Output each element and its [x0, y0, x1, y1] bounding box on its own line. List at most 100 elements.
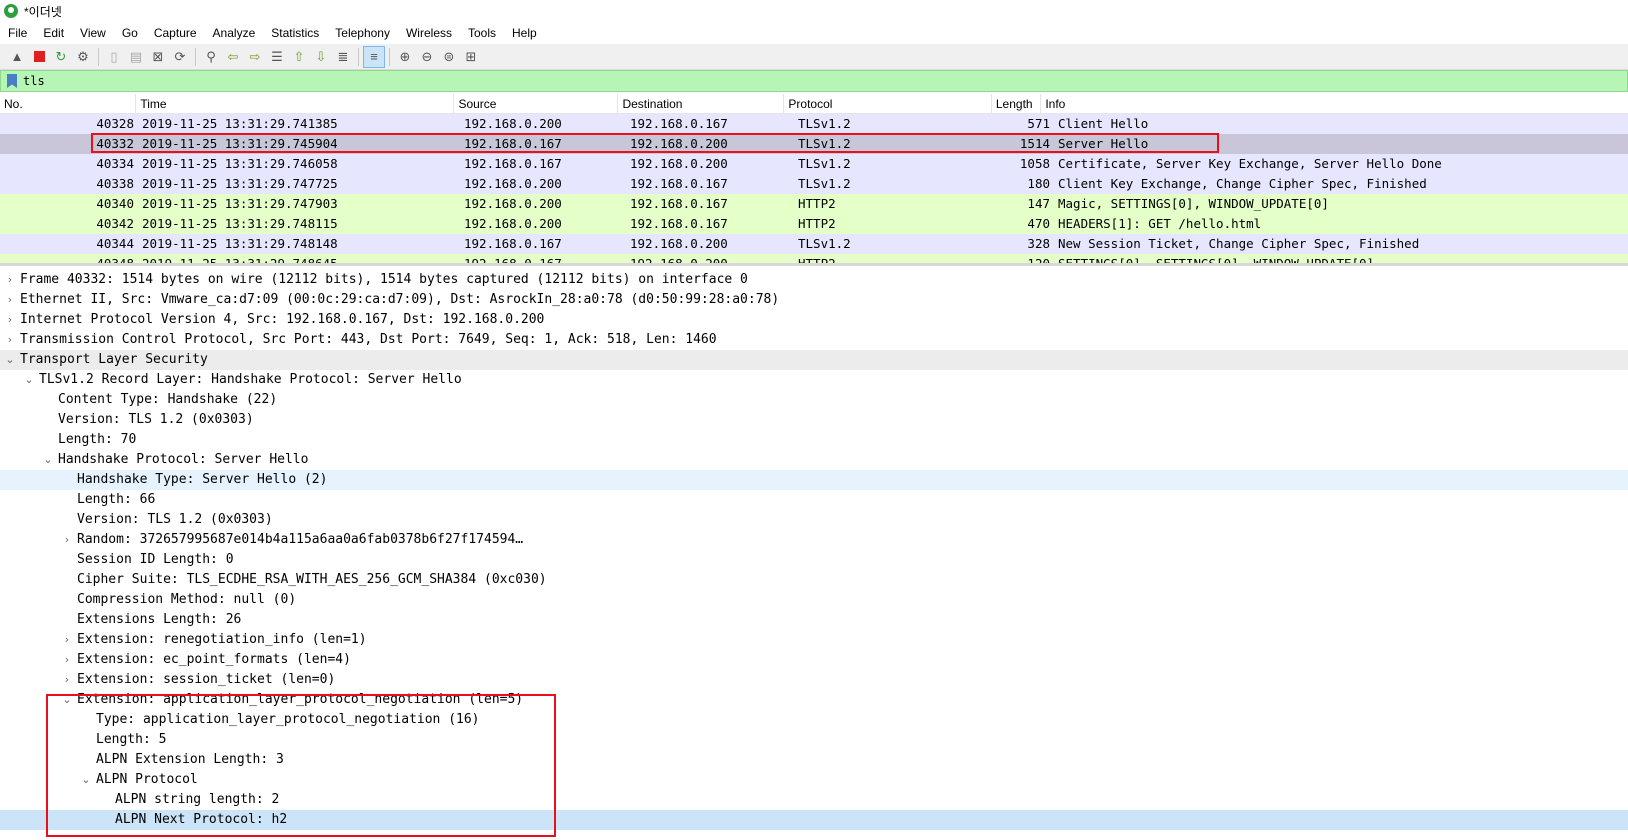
close-file-icon[interactable]: ⊠	[147, 46, 169, 68]
detail-tree-row[interactable]: ⌄ Handshake Protocol: Server Hello	[0, 450, 1628, 470]
packet-row[interactable]: 40338 2019-11-25 13:31:29.747725 192.168.0…	[0, 174, 1628, 194]
last-packet-icon[interactable]: ⇩	[310, 46, 332, 68]
chevron-right-icon[interactable]: ›	[0, 290, 20, 310]
detail-tree-row[interactable]: Length: 70	[0, 430, 1628, 450]
menu-help[interactable]: Help	[504, 23, 545, 43]
detail-tree-row[interactable]: ⌄ ALPN Protocol	[0, 770, 1628, 790]
packet-row[interactable]: 40342 2019-11-25 13:31:29.748115 192.168.0…	[0, 214, 1628, 234]
detail-tree-row[interactable]: › Frame 40332: 1514 bytes on wire (12112 …	[0, 270, 1628, 290]
detail-tree-row[interactable]: ALPN Extension Length: 3	[0, 750, 1628, 770]
detail-tree-row[interactable]: ALPN Next Protocol: h2	[0, 810, 1628, 830]
restart-icon[interactable]: ↻	[50, 46, 72, 68]
packet-row[interactable]: 40340 2019-11-25 13:31:29.747903 192.168.0…	[0, 194, 1628, 214]
stop-icon[interactable]	[28, 46, 50, 68]
autoscroll-icon[interactable]: ≣	[332, 46, 354, 68]
menu-tools[interactable]: Tools	[460, 23, 504, 43]
detail-tree-row[interactable]: › Extension: ec_point_formats (len=4)	[0, 650, 1628, 670]
reload-icon[interactable]: ⟳	[169, 46, 191, 68]
detail-tree-row[interactable]: › Random: 372657995687e014b4a115a6aa0a6fa…	[0, 530, 1628, 550]
detail-tree-row[interactable]: Version: TLS 1.2 (0x0303)	[0, 410, 1628, 430]
detail-tree-row[interactable]: ⌄ Transport Layer Security	[0, 350, 1628, 370]
chevron-right-icon[interactable]: ›	[57, 630, 77, 650]
chevron-right-icon[interactable]: ›	[57, 670, 77, 690]
menu-edit[interactable]: Edit	[35, 23, 72, 43]
detail-tree-label: Content Type: Handshake (22)	[58, 392, 278, 407]
column-header-destination[interactable]: Destination	[618, 94, 785, 113]
display-filter-input[interactable]	[23, 74, 1583, 88]
colorize-icon[interactable]: ≡	[363, 45, 385, 68]
packet-cell-no: 40338	[96, 176, 134, 191]
packet-cell-length: 1514	[1019, 136, 1050, 151]
chevron-right-icon[interactable]: ›	[0, 310, 20, 330]
chevron-right-icon[interactable]: ›	[0, 330, 20, 350]
find-icon[interactable]: ⚲	[200, 46, 222, 68]
packet-cell-destination: 192.168.0.167	[630, 196, 728, 211]
zoom-in-icon[interactable]: ⊕	[394, 46, 416, 68]
menu-go[interactable]: Go	[114, 23, 146, 43]
menu-statistics[interactable]: Statistics	[263, 23, 327, 43]
chevron-down-icon[interactable]: ⌄	[38, 450, 58, 470]
detail-tree-row[interactable]: Compression Method: null (0)	[0, 590, 1628, 610]
display-filter-bar	[0, 70, 1628, 92]
menu-capture[interactable]: Capture	[146, 23, 205, 43]
column-header-protocol[interactable]: Protocol	[784, 94, 992, 113]
packet-cell-time: 2019-11-25 13:31:29.747725	[142, 176, 338, 191]
detail-tree-row[interactable]: › Extension: renegotiation_info (len=1)	[0, 630, 1628, 650]
go-to-packet-icon[interactable]: ☰	[266, 46, 288, 68]
detail-tree-row[interactable]: ALPN string length: 2	[0, 790, 1628, 810]
detail-tree-row[interactable]: › Extension: session_ticket (len=0)	[0, 670, 1628, 690]
detail-tree-row[interactable]: ⌄ TLSv1.2 Record Layer: Handshake Protoco…	[0, 370, 1628, 390]
menu-telephony[interactable]: Telephony	[327, 23, 398, 43]
detail-tree-row[interactable]: Session ID Length: 0	[0, 550, 1628, 570]
detail-tree-row[interactable]: Version: TLS 1.2 (0x0303)	[0, 510, 1628, 530]
open-file-icon[interactable]: ▯	[103, 46, 125, 68]
packet-cell-no: 40342	[96, 216, 134, 231]
packet-row[interactable]: 40348 2019-11-25 13:31:29.748645 192.168.0…	[0, 254, 1628, 263]
chevron-down-icon[interactable]: ⌄	[76, 770, 96, 790]
detail-tree-row[interactable]: Length: 5	[0, 730, 1628, 750]
chevron-down-icon[interactable]: ⌄	[19, 370, 39, 390]
packet-row[interactable]: 40334 2019-11-25 13:31:29.746058 192.168.0…	[0, 154, 1628, 174]
chevron-right-icon[interactable]: ›	[57, 530, 77, 550]
menu-analyze[interactable]: Analyze	[205, 23, 264, 43]
detail-tree-row[interactable]: › Internet Protocol Version 4, Src: 192.1…	[0, 310, 1628, 330]
forward-arrow-icon[interactable]: ⇨	[244, 46, 266, 68]
column-header-no[interactable]: No.	[0, 94, 137, 113]
options-gear-icon[interactable]: ⚙	[72, 46, 94, 68]
save-file-icon[interactable]: ▤	[125, 46, 147, 68]
menu-wireless[interactable]: Wireless	[398, 23, 460, 43]
detail-tree-row[interactable]: Type: application_layer_protocol_negotia…	[0, 710, 1628, 730]
detail-tree-row[interactable]: Length: 66	[0, 490, 1628, 510]
back-arrow-icon[interactable]: ⇦	[222, 46, 244, 68]
detail-tree-row[interactable]: Handshake Type: Server Hello (2)	[0, 470, 1628, 490]
chevron-down-icon[interactable]: ⌄	[0, 350, 20, 370]
packet-row[interactable]: 40328 2019-11-25 13:31:29.741385 192.168.0…	[0, 114, 1628, 134]
shark-fin-icon[interactable]: ▲	[6, 46, 28, 68]
bookmark-icon[interactable]	[7, 74, 17, 88]
detail-tree-row[interactable]: Content Type: Handshake (22)	[0, 390, 1628, 410]
normal-size-icon[interactable]: ⊜	[438, 46, 460, 68]
column-header-info[interactable]: Info	[1041, 94, 1628, 113]
column-header-length[interactable]: Length	[992, 94, 1042, 113]
packet-cell-source: 192.168.0.200	[464, 196, 562, 211]
main-toolbar: ▲ ↻ ⚙ ▯ ▤ ⊠ ⟳ ⚲ ⇦ ⇨ ☰ ⇧ ⇩ ≣ ≡ ⊕ ⊖ ⊜ ⊞	[0, 44, 1628, 70]
column-header-time[interactable]: Time	[136, 94, 455, 113]
first-packet-icon[interactable]: ⇧	[288, 46, 310, 68]
chevron-right-icon[interactable]: ›	[57, 650, 77, 670]
detail-tree-row[interactable]: Extensions Length: 26	[0, 610, 1628, 630]
detail-tree-row[interactable]: › Ethernet II, Src: Vmware_ca:d7:09 (00:0…	[0, 290, 1628, 310]
resize-columns-icon[interactable]: ⊞	[460, 46, 482, 68]
packet-row[interactable]: 40344 2019-11-25 13:31:29.748148 192.168.0…	[0, 234, 1628, 254]
packet-row[interactable]: 40332 2019-11-25 13:31:29.745904 192.168.0…	[0, 134, 1628, 154]
column-header-source[interactable]: Source	[454, 94, 619, 113]
detail-tree-row[interactable]: Cipher Suite: TLS_ECDHE_RSA_WITH_AES_256…	[0, 570, 1628, 590]
zoom-out-icon[interactable]: ⊖	[416, 46, 438, 68]
menu-view[interactable]: View	[72, 23, 114, 43]
detail-tree-row[interactable]: › Transmission Control Protocol, Src Port…	[0, 330, 1628, 350]
chevron-down-icon[interactable]: ⌄	[57, 690, 77, 710]
packet-details-tree: › Frame 40332: 1514 bytes on wire (12112 …	[0, 270, 1628, 840]
chevron-right-icon[interactable]: ›	[0, 270, 20, 290]
detail-tree-row[interactable]: ⌄ Extension: application_layer_protocol_n…	[0, 690, 1628, 710]
packet-cell-info: Client Hello	[1058, 116, 1149, 131]
menu-file[interactable]: File	[0, 23, 35, 43]
